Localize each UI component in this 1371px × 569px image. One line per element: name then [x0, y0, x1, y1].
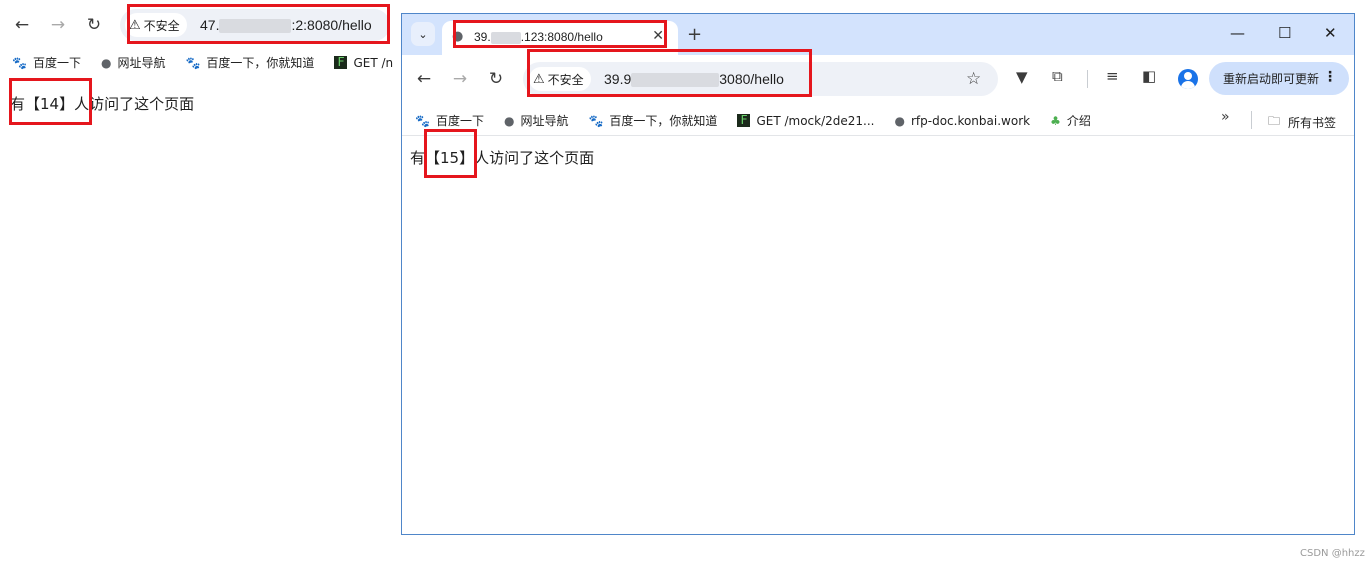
bookmark-item[interactable]: F GET /mock/2de21... — [737, 114, 874, 128]
highlight-box-count — [9, 78, 92, 125]
highlight-box-url — [127, 4, 390, 44]
bookmark-list: 🐾 百度一下 ● 网址导航 🐾 百度一下，你就知道 F GET /mock/2d… — [415, 112, 1111, 129]
bookmark-item[interactable]: 🐾 百度一下 — [415, 112, 484, 129]
bookmark-label: GET /mock/2de21... — [756, 113, 875, 128]
bookmark-label: 介绍 — [1066, 114, 1091, 128]
window-close-icon[interactable]: ✕ — [1324, 24, 1337, 42]
back-button[interactable]: ← — [410, 65, 438, 93]
bookmark-item[interactable]: ♣ 介绍 — [1050, 112, 1091, 129]
all-bookmarks-button[interactable]: 🗀 所有书签 — [1268, 112, 1336, 133]
bookmark-item[interactable]: 🐾 百度一下，你就知道 — [185, 54, 314, 71]
maximize-icon[interactable]: ☐ — [1278, 24, 1291, 42]
bookmark-label: GET /n — [353, 55, 394, 70]
update-button-label: 重新启动即可更新 — [1223, 72, 1320, 86]
bookmark-star-icon[interactable]: ☆ — [966, 69, 981, 89]
bookmark-label: 百度一下，你就知道 — [206, 56, 315, 70]
baidu-paw-icon: 🐾 — [185, 55, 201, 70]
visit-text-before: 有 — [410, 149, 426, 167]
bookmark-label: 百度一下 — [435, 114, 484, 128]
toolbar-divider — [1087, 70, 1088, 88]
front-bookmarks-bar: 🐾 百度一下 ● 网址导航 🐾 百度一下，你就知道 F GET /mock/2d… — [402, 103, 1354, 136]
globe-icon: ● — [503, 113, 515, 128]
relaunch-update-button[interactable]: 重新启动即可更新 ⋮ — [1209, 62, 1349, 95]
new-tab-button[interactable]: + — [687, 24, 702, 45]
bookmark-item[interactable]: 🐾 百度一下，你就知道 — [588, 112, 717, 129]
highlight-box-tab — [453, 20, 667, 48]
globe-icon: ● — [894, 113, 905, 128]
chevron-double-right-icon[interactable]: » — [1221, 109, 1230, 125]
baidu-paw-icon: 🐾 — [12, 55, 27, 70]
bookmark-item[interactable]: F GET /n — [334, 56, 393, 70]
minimize-icon[interactable]: — — [1230, 24, 1245, 42]
media-queue-icon[interactable]: ≡ — [1106, 67, 1119, 85]
highlight-box-count — [424, 129, 477, 178]
forward-button[interactable]: → — [44, 11, 72, 39]
more-menu-icon[interactable]: ⋮ — [1323, 69, 1337, 85]
bookmark-label: rfp-doc.konbai.work — [910, 113, 1031, 128]
extensions-puzzle-icon[interactable]: ⧉ — [1052, 67, 1063, 85]
terminal-icon: F — [737, 114, 751, 127]
extension-v-icon[interactable]: ▼ — [1016, 68, 1028, 86]
visit-text-after: 人访问了这个页面 — [474, 149, 595, 167]
terminal-icon: F — [334, 56, 348, 69]
profile-avatar-icon[interactable] — [1178, 69, 1198, 89]
bookmarks-divider — [1251, 111, 1252, 129]
bookmark-item[interactable]: ● 网址导航 — [101, 54, 166, 71]
bookmark-label: 网址导航 — [117, 56, 166, 70]
folder-icon: 🗀 — [1268, 114, 1281, 128]
bookmark-item[interactable]: 🐾 百度一下 — [12, 54, 81, 71]
watermark: CSDN @hhzz — [1300, 548, 1365, 559]
tab-search-button[interactable]: ⌄ — [411, 22, 435, 46]
baidu-paw-icon: 🐾 — [588, 113, 604, 128]
reload-button[interactable]: ↻ — [80, 11, 108, 39]
forward-button[interactable]: → — [446, 65, 474, 93]
bookmark-label: 百度一下，你就知道 — [609, 114, 718, 128]
all-bookmarks-label: 所有书签 — [1288, 116, 1337, 130]
highlight-box-url — [527, 49, 812, 97]
bookmark-label: 网址导航 — [520, 114, 569, 128]
chevron-down-icon: ⌄ — [418, 27, 428, 41]
foreground-browser-window: ⌄ ● 39. .123:8080/hello ✕ + — ☐ ✕ ← → ↻ ⚠… — [401, 13, 1355, 535]
globe-icon: ● — [100, 55, 112, 70]
gourd-icon: ♣ — [1050, 113, 1061, 128]
side-panel-icon[interactable]: ◧ — [1142, 67, 1156, 85]
baidu-paw-icon: 🐾 — [415, 113, 430, 128]
bookmark-item[interactable]: ● rfp-doc.konbai.work — [894, 114, 1030, 128]
bookmark-item[interactable]: ● 网址导航 — [504, 112, 569, 129]
bookmark-label: 百度一下 — [32, 56, 81, 70]
back-button[interactable]: ← — [8, 11, 36, 39]
reload-button[interactable]: ↻ — [482, 65, 510, 93]
back-bookmarks-bar: 🐾 百度一下 ● 网址导航 🐾 百度一下，你就知道 F GET /n — [12, 54, 413, 71]
visit-text-after: 人访问了这个页面 — [74, 95, 195, 113]
